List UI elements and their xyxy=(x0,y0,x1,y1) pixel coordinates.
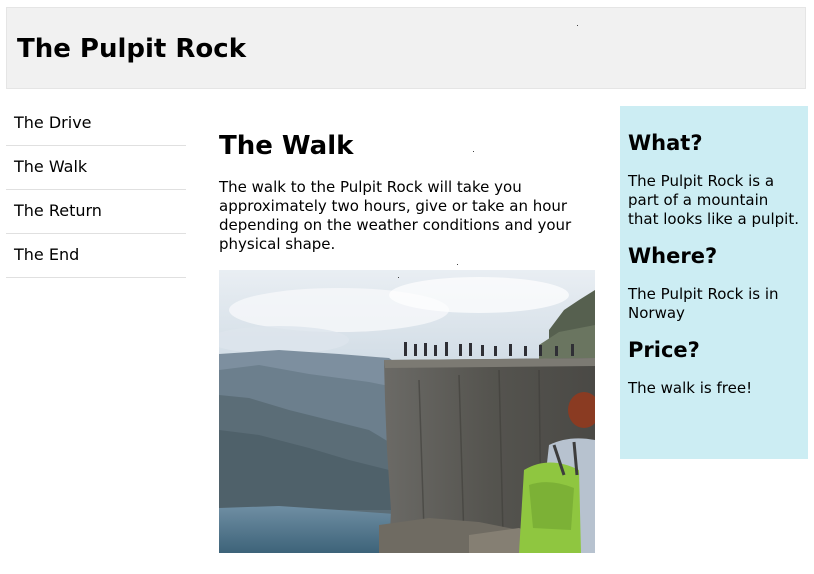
page-header: The Pulpit Rock xyxy=(6,7,806,89)
aside-text-where: The Pulpit Rock is in Norway xyxy=(628,285,779,322)
menu-item-the-end[interactable]: The End xyxy=(6,234,186,278)
aside-text-price: The walk is free! xyxy=(628,379,753,397)
main-heading: The Walk xyxy=(219,131,354,161)
stray-dot xyxy=(577,25,578,26)
pulpit-rock-photo xyxy=(219,270,595,553)
aside-heading-where: Where? xyxy=(628,244,718,268)
menu-item-the-return[interactable]: The Return xyxy=(6,190,186,234)
stray-dot xyxy=(398,277,399,278)
page-title: The Pulpit Rock xyxy=(17,34,246,64)
menu-item-the-walk[interactable]: The Walk xyxy=(6,146,186,190)
aside-heading-what: What? xyxy=(628,131,703,155)
side-menu: The Drive The Walk The Return The End xyxy=(6,102,186,278)
aside-text-what: The Pulpit Rock is a part of a mountain … xyxy=(628,172,799,228)
stray-dot xyxy=(473,151,474,152)
menu-item-the-drive[interactable]: The Drive xyxy=(6,102,186,146)
main-content: The Walk The walk to the Pulpit Rock wil… xyxy=(219,128,595,254)
info-sidebar: What? The Pulpit Rock is a part of a mou… xyxy=(620,106,808,459)
stray-dot xyxy=(457,264,458,265)
aside-heading-price: Price? xyxy=(628,338,700,362)
main-paragraph: The walk to the Pulpit Rock will take yo… xyxy=(219,178,572,253)
